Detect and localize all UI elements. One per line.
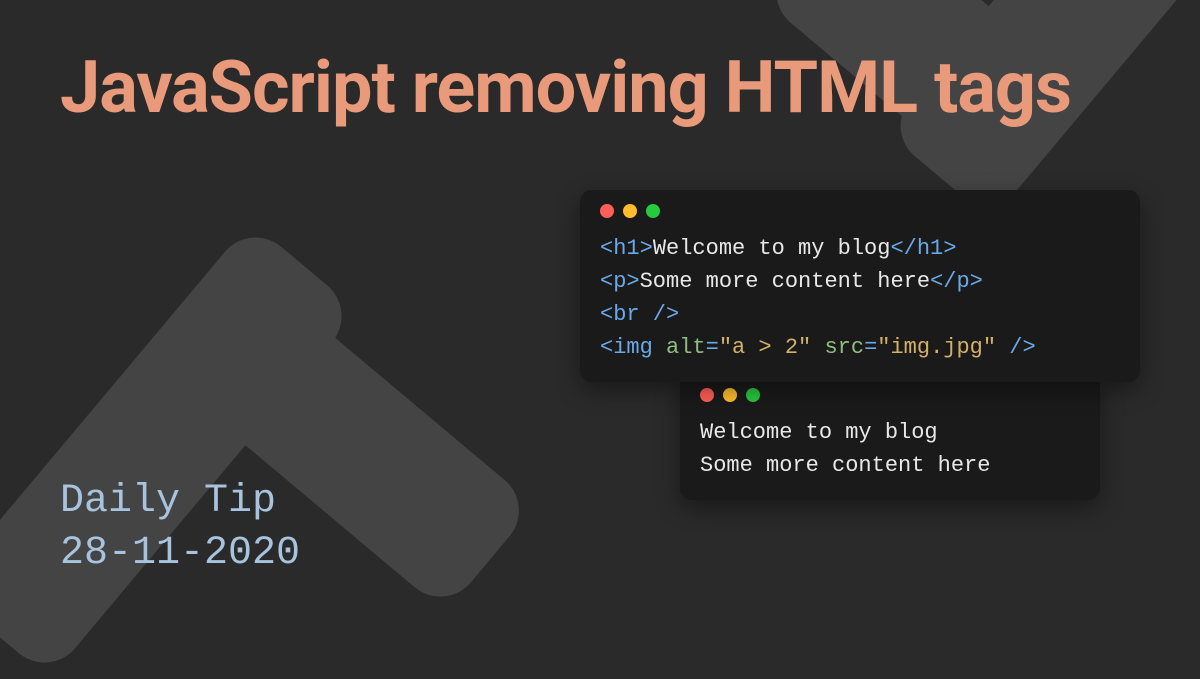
meta-label: Daily Tip (60, 476, 300, 528)
code-string: "img.jpg" (877, 335, 996, 360)
meta-block: Daily Tip 28-11-2020 (60, 476, 300, 580)
page-title: JavaScript removing HTML tags (60, 48, 1140, 127)
code-text: Some more content here (640, 269, 930, 294)
code-attr: alt (653, 335, 706, 360)
code-tag: </h1> (890, 236, 956, 261)
code-window-output: Welcome to my blog Some more content her… (680, 374, 1100, 500)
code-eq: = (706, 335, 719, 360)
window-dots (700, 388, 1080, 402)
minimize-dot-icon (623, 204, 637, 218)
close-dot-icon (700, 388, 714, 402)
maximize-dot-icon (646, 204, 660, 218)
code-string: "a > 2" (719, 335, 811, 360)
code-input: <h1>Welcome to my blog</h1> <p>Some more… (600, 232, 1120, 364)
window-dots (600, 204, 1120, 218)
output-line: Welcome to my blog (700, 420, 938, 445)
code-output: Welcome to my blog Some more content her… (700, 416, 1080, 482)
code-tag: <h1> (600, 236, 653, 261)
meta-date: 28-11-2020 (60, 528, 300, 580)
minimize-dot-icon (723, 388, 737, 402)
code-tag: /> (996, 335, 1036, 360)
output-line: Some more content here (700, 453, 990, 478)
code-windows: <h1>Welcome to my blog</h1> <p>Some more… (580, 190, 1140, 500)
code-tag: /> (640, 302, 680, 327)
code-eq: = (864, 335, 877, 360)
code-window-input: <h1>Welcome to my blog</h1> <p>Some more… (580, 190, 1140, 382)
code-tag: <br (600, 302, 640, 327)
code-text: Welcome to my blog (653, 236, 891, 261)
code-tag: <img (600, 335, 653, 360)
code-tag: </p> (930, 269, 983, 294)
maximize-dot-icon (746, 388, 760, 402)
close-dot-icon (600, 204, 614, 218)
code-tag: <p> (600, 269, 640, 294)
code-attr: src (811, 335, 864, 360)
